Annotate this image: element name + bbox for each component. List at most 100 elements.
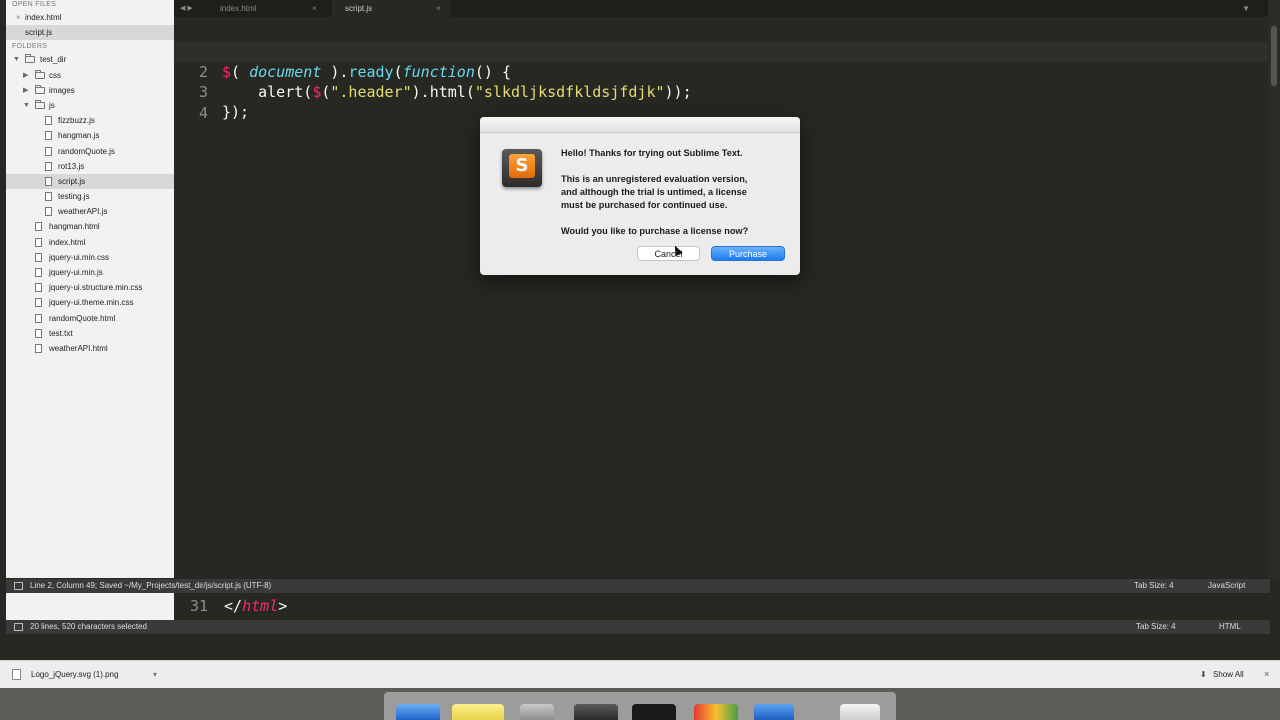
tree-file[interactable]: testing.js [6,189,174,204]
dialog-body-line: This is an unregistered evaluation versi… [561,174,748,184]
tree-file[interactable]: jquery-ui.min.css [6,250,174,265]
tree-label: hangman.js [58,131,100,141]
tree-label: weatherAPI.js [58,207,108,217]
tree-file[interactable]: index.html [6,235,174,250]
tree-file[interactable]: rot13.js [6,159,174,174]
tree-label: index.html [49,237,86,247]
tree-folder-js[interactable]: ▼ js [6,98,174,113]
file-icon [45,176,52,186]
cancel-button[interactable]: Cancel [637,246,700,261]
tree-folder-css[interactable]: ▶ css [6,68,174,83]
tree-file[interactable]: randomQuote.html [6,311,174,326]
file-icon [45,161,52,171]
tree-file[interactable]: jquery-ui.min.js [6,265,174,280]
disclosure-expanded-icon[interactable]: ▼ [13,52,20,67]
code-line-current: 2 alert($(".header").html("slkdljksdfkld… [174,42,1268,101]
tree-folder-images[interactable]: ▶ images [6,83,174,98]
close-icon[interactable]: × [1264,669,1269,679]
dialog-greeting: Hello! Thanks for trying out Sublime Tex… [561,148,743,158]
tab-nav-arrows-icon[interactable]: ◀ ▶ [180,0,193,17]
tree-label: jquery-ui.theme.min.css [49,298,134,308]
folder-icon [35,69,45,79]
sublime-text-icon-letter: S [509,154,535,178]
folder-icon [35,84,45,94]
terminal-icon[interactable] [632,704,676,720]
download-file-name: Logo_jQuery.svg (1).png [31,670,119,679]
folder-icon [35,99,45,109]
tab-label: index.html [220,4,257,13]
sublime-icon[interactable] [574,704,618,720]
tree-label: randomQuote.js [58,146,115,156]
panel-toggle-icon[interactable] [14,582,23,590]
file-icon [45,131,52,141]
tree-file[interactable]: test.txt [6,326,174,341]
dialog-titlebar[interactable] [480,117,800,133]
tree-file[interactable]: randomQuote.js [6,144,174,159]
disclosure-collapsed-icon[interactable]: ▶ [23,83,28,98]
open-file-label: index.html [25,13,62,22]
file-icon [35,328,42,338]
tab-list-dropdown-icon[interactable]: ▼ [1242,0,1250,17]
tree-label: images [49,85,75,95]
disclosure-collapsed-icon[interactable]: ▶ [23,68,28,83]
file-icon [35,343,42,353]
open-files-header: OPEN FILES [12,1,57,8]
tab-script-js[interactable]: script.js × [332,0,450,17]
line-number: 4 [198,104,208,122]
tree-file[interactable]: weatherAPI.js [6,204,174,219]
tab-label: script.js [345,4,373,13]
close-icon[interactable]: × [16,10,21,25]
tree-file[interactable]: fizzbuzz.js [6,113,174,128]
tab-bar: index.html × script.js × ▼ [174,0,1268,17]
tab-size-selector[interactable]: Tab Size: 4 [1136,620,1176,634]
show-all-label: Show All [1213,670,1244,679]
image-file-icon [12,669,21,680]
tree-file-selected[interactable]: script.js [6,173,174,190]
finder-icon[interactable] [396,704,440,720]
tree-label: jquery-ui.min.css [49,252,110,262]
license-dialog: S Hello! Thanks for trying out Sublime T… [480,117,800,275]
tree-file[interactable]: weatherAPI.html [6,341,174,356]
tree-file[interactable]: jquery-ui.structure.min.css [6,280,174,295]
editor-scrollbar[interactable] [1268,0,1280,578]
close-icon[interactable]: × [312,0,317,17]
tree-label: rot13.js [58,161,85,171]
code-editor-2[interactable]: 31 </html> [174,593,1268,620]
trash-icon[interactable] [840,704,880,720]
panel-toggle-icon[interactable] [14,623,23,631]
chevron-down-icon[interactable]: ▾ [153,670,157,679]
syntax-selector[interactable]: JavaScript [1208,579,1245,593]
close-icon[interactable]: × [436,0,441,17]
scrollbar-thumb[interactable] [1271,26,1277,86]
stickies-icon[interactable] [452,704,504,720]
safari-icon[interactable] [754,704,794,720]
code-text: </html> [224,597,287,615]
download-item[interactable]: Logo_jQuery.svg (1).png ▾ [8,665,160,685]
code-line: 3 }); [174,62,1268,121]
tree-label: js [49,100,55,110]
open-file-index-html[interactable]: × index.html [6,10,174,25]
tab-index-html[interactable]: index.html × [210,0,326,17]
system-icon[interactable] [520,704,554,720]
disclosure-expanded-icon[interactable]: ▼ [23,98,30,113]
tree-file[interactable]: hangman.html [6,219,174,234]
purchase-button[interactable]: Purchase [711,246,785,261]
line-number: 31 [189,597,208,615]
chrome-icon[interactable] [694,704,738,720]
tab-size-selector[interactable]: Tab Size: 4 [1134,579,1174,593]
downloads-bar: Logo_jQuery.svg (1).png ▾ ⬇ Show All × [0,660,1280,688]
syntax-selector[interactable]: HTML [1219,620,1241,634]
dialog-body-line: must be purchased for continued use. [561,200,728,210]
tree-label: test_dir [40,55,67,65]
tree-folder-test-dir[interactable]: ▼ test_dir [6,52,174,67]
tree-label: hangman.html [49,222,100,232]
tree-file[interactable]: hangman.js [6,128,174,143]
open-file-script-js[interactable]: script.js [6,25,174,41]
open-file-label: script.js [25,28,53,38]
tree-label: jquery-ui.structure.min.css [49,283,143,293]
code-token: > [278,597,288,615]
code-editor[interactable]: 1 $( document ).ready(function() { 2 ale… [174,17,1268,578]
tree-label: randomQuote.html [49,313,116,323]
app-window: OPEN FILES × index.html script.js FOLDER… [0,0,1280,720]
tree-file[interactable]: jquery-ui.theme.min.css [6,295,174,310]
